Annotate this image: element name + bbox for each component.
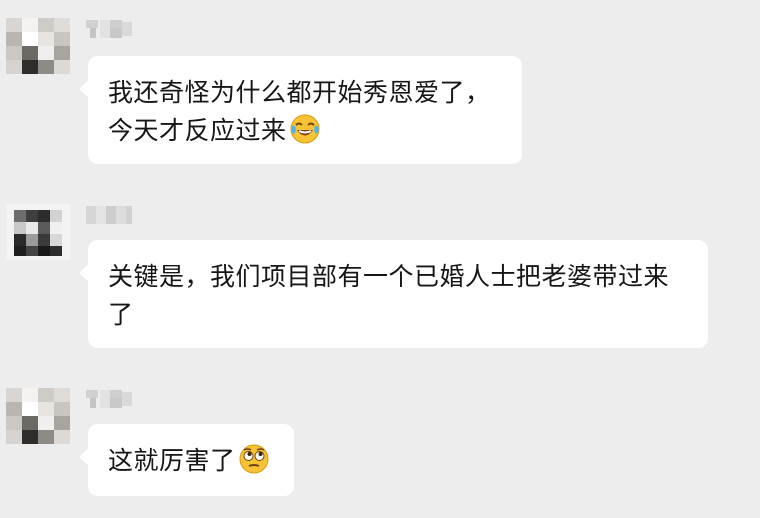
chat-message: 这就厉害了 [0,372,760,518]
avatar[interactable] [6,388,70,444]
message-text: 这就厉害了 [108,446,236,475]
message-bubble[interactable]: 这就厉害了 [79,424,294,496]
avatar[interactable] [6,204,70,260]
avatar[interactable] [6,18,70,74]
sender-name-blurred [86,204,134,228]
message-text: 我还奇怪为什么都开始秀恩爱了， [108,78,491,107]
sender-name-blurred [86,18,134,42]
sender-name-blurred [86,388,134,412]
message-text: 关键是，我们项目部有一个已婚人士把老婆带过来 [108,262,670,291]
message-bubble[interactable]: 我还奇怪为什么都开始秀恩爱了， 今天才反应过来 [79,56,522,164]
message-text: 今天才反应过来 [108,116,287,145]
message-text: 了 [108,300,134,329]
rolling-eyes-emoji-icon [238,443,270,475]
chat-message: 我还奇怪为什么都开始秀恩爱了， 今天才反应过来 [0,0,760,170]
message-bubble[interactable]: 关键是，我们项目部有一个已婚人士把老婆带过来 了 [79,240,708,348]
crying-laughing-emoji-icon [289,113,321,145]
chat-message: 关键是，我们项目部有一个已婚人士把老婆带过来 了 [0,190,760,360]
